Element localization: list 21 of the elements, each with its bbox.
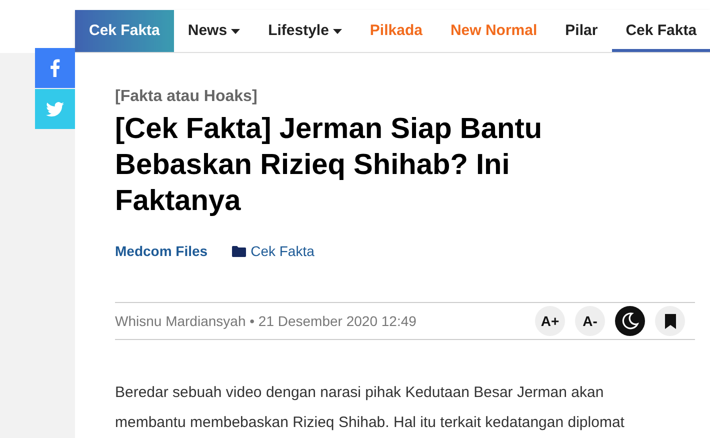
dark-mode-button[interactable]	[615, 306, 645, 336]
font-increase-button[interactable]: A+	[535, 306, 565, 336]
nav-link[interactable]: Lifestyle	[254, 10, 356, 52]
byline: Whisnu Mardiansyah • 21 Desember 2020 12:49	[115, 312, 416, 331]
body-text-line: Beredar sebuah video dengan narasi pihak Kedutaan Besar Jerman akan	[115, 383, 605, 403]
bird-icon	[46, 102, 64, 116]
article-kicker: [Fakta atau Hoaks]	[115, 87, 258, 107]
category-link[interactable]: Cek Fakta	[232, 241, 314, 262]
nav-link[interactable]: News	[174, 10, 254, 52]
folder-icon	[232, 246, 246, 257]
source-link[interactable]: Medcom Files	[115, 241, 208, 262]
font-decrease-button[interactable]: A-	[575, 306, 605, 336]
facebook-icon	[50, 59, 60, 77]
brand-tab[interactable]: Cek Fakta	[75, 10, 174, 52]
body-text-line: membantu membebaskan Rizieq Shihab. Hal itu terkait kedatangan diplomat	[115, 413, 626, 433]
facebook-button[interactable]	[35, 48, 75, 88]
article-title: [Cek Fakta] Jerman Siap Bantu Bebaskan Rizieq Shihab? Ini Faktanya	[115, 112, 544, 219]
moon-icon	[621, 312, 639, 330]
nav-link[interactable]: Pilar	[551, 10, 612, 52]
bookmark-icon	[664, 314, 676, 328]
bookmark-button[interactable]	[655, 306, 685, 336]
